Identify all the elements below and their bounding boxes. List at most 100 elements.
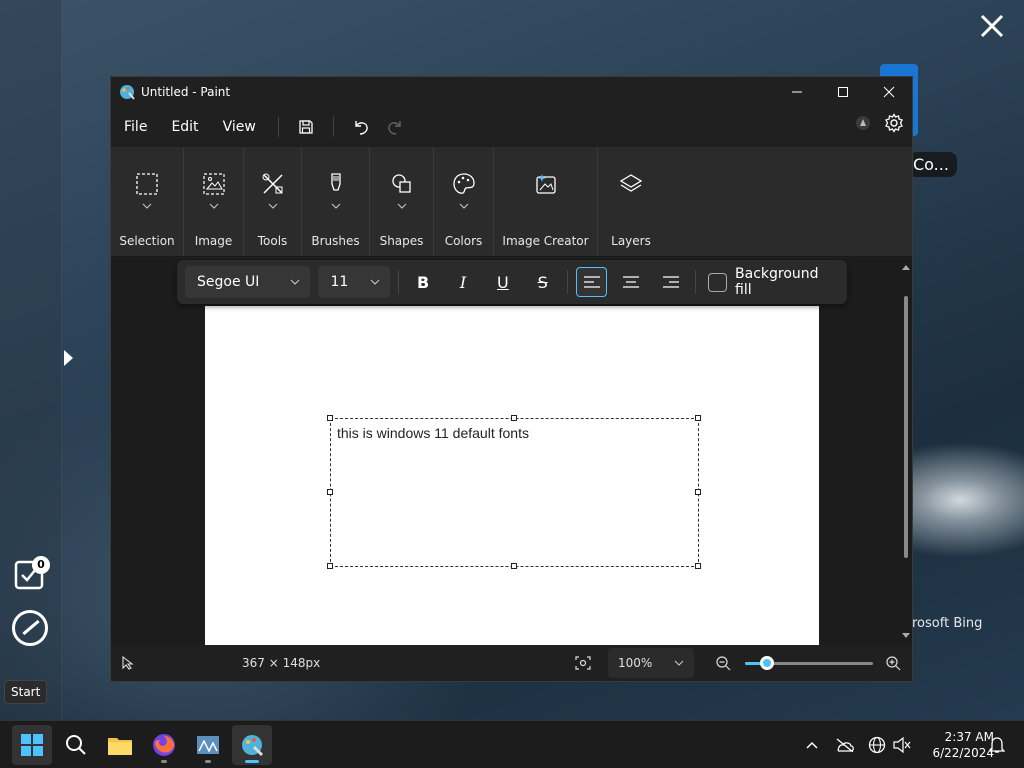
close-icon xyxy=(883,86,895,98)
maximize-icon xyxy=(838,87,848,97)
chevron-down-icon xyxy=(291,279,300,285)
zoom-slider-thumb[interactable] xyxy=(759,656,774,670)
font-size-dropdown[interactable]: 11 xyxy=(318,266,391,298)
redo-button[interactable] xyxy=(378,112,412,142)
chevron-down-icon xyxy=(142,203,152,209)
resize-handle[interactable] xyxy=(327,563,333,569)
resize-handle[interactable] xyxy=(511,415,517,421)
chevron-down-icon xyxy=(459,203,468,209)
window-title: Untitled - Paint xyxy=(141,85,231,99)
expand-arrow-icon[interactable] xyxy=(64,350,73,366)
taskbar-file-explorer[interactable] xyxy=(100,725,140,765)
chevron-down-icon xyxy=(268,203,277,209)
align-right-icon xyxy=(663,276,680,288)
canvas-area[interactable]: this is windows 11 default fonts Segoe U… xyxy=(111,258,912,645)
ribbon-group-tools[interactable]: Tools xyxy=(244,147,302,256)
underline-icon: U xyxy=(496,272,509,292)
font-size-value: 11 xyxy=(330,274,349,290)
start-tooltip: Start xyxy=(4,680,48,704)
account-icon[interactable] xyxy=(852,112,874,134)
running-indicator xyxy=(161,760,167,763)
zoom-in-icon[interactable] xyxy=(885,655,901,671)
copilot-label[interactable]: Co... xyxy=(908,152,957,177)
resize-handle[interactable] xyxy=(695,415,701,421)
align-center-button[interactable] xyxy=(615,267,647,297)
background-fill-toggle[interactable]: Background fill xyxy=(708,266,839,298)
ribbon-label: Brushes xyxy=(311,234,360,248)
notifications-button[interactable] xyxy=(984,721,1010,768)
zoom-slider[interactable] xyxy=(745,656,873,670)
background-fill-checkbox[interactable] xyxy=(708,272,728,292)
vertical-scrollbar[interactable] xyxy=(902,264,910,639)
show-hidden-icons-button[interactable] xyxy=(800,721,824,768)
paint-app-icon xyxy=(242,735,264,757)
underline-button[interactable]: U xyxy=(487,267,519,297)
zoom-out-icon[interactable] xyxy=(715,655,731,671)
menu-file[interactable]: File xyxy=(111,119,159,135)
canvas-text[interactable]: this is windows 11 default fonts xyxy=(337,425,529,441)
taskbar-firefox[interactable] xyxy=(144,725,184,765)
taskbar-app[interactable] xyxy=(188,725,228,765)
chevron-up-icon xyxy=(806,741,818,749)
search-button[interactable] xyxy=(56,725,96,765)
brush-icon xyxy=(330,173,341,191)
volume-button[interactable] xyxy=(890,721,914,768)
align-left-icon xyxy=(583,276,600,288)
resize-handle[interactable] xyxy=(327,415,333,421)
resize-handle[interactable] xyxy=(327,489,333,495)
settings-gear-icon[interactable] xyxy=(884,113,904,133)
folder-icon xyxy=(108,738,132,755)
zoom-dropdown[interactable]: 100% xyxy=(608,648,694,678)
taskbar-paint[interactable] xyxy=(232,725,272,765)
menu-view[interactable]: View xyxy=(211,119,268,135)
undo-button[interactable] xyxy=(344,112,378,142)
align-left-button[interactable] xyxy=(575,267,608,297)
bold-button[interactable]: B xyxy=(407,267,439,297)
minimize-icon xyxy=(792,91,802,93)
tasks-widget[interactable]: 0 xyxy=(14,556,50,592)
resize-handle[interactable] xyxy=(695,489,701,495)
strikethrough-button[interactable]: S xyxy=(527,267,559,297)
taskbar-clock[interactable]: 2:37 AM 6/22/2024 xyxy=(918,729,994,761)
gauge-icon[interactable] xyxy=(12,610,48,646)
text-box[interactable]: this is windows 11 default fonts xyxy=(327,415,701,569)
scrollbar-thumb[interactable] xyxy=(904,296,908,558)
image-icon xyxy=(202,173,225,195)
ribbon-group-brushes[interactable]: Brushes xyxy=(302,147,370,256)
fit-to-window-icon[interactable] xyxy=(575,656,591,670)
speaker-muted-icon xyxy=(893,737,911,753)
close-button[interactable] xyxy=(866,77,912,107)
maximize-button[interactable] xyxy=(820,77,866,107)
resize-handle[interactable] xyxy=(695,563,701,569)
minimize-button[interactable] xyxy=(774,77,820,107)
scroll-up-icon[interactable] xyxy=(902,264,910,270)
ribbon-group-shapes[interactable]: Shapes xyxy=(370,147,434,256)
search-icon xyxy=(66,735,86,755)
running-indicator xyxy=(205,760,211,763)
title-bar[interactable]: Untitled - Paint xyxy=(111,77,912,107)
canvas[interactable]: this is windows 11 default fonts xyxy=(205,306,819,645)
undo-icon xyxy=(355,121,368,135)
font-family-dropdown[interactable]: Segoe UI xyxy=(185,266,311,298)
close-overlay-icon[interactable] xyxy=(978,12,1006,40)
menu-edit[interactable]: Edit xyxy=(159,119,210,135)
onedrive-button[interactable] xyxy=(832,721,858,768)
running-indicator xyxy=(245,760,259,763)
italic-button[interactable]: I xyxy=(447,267,479,297)
network-button[interactable] xyxy=(864,721,890,768)
selection-icon xyxy=(136,173,158,195)
align-right-button[interactable] xyxy=(655,267,687,297)
toolbar-divider xyxy=(695,270,697,294)
ribbon-group-layers[interactable]: Layers xyxy=(598,147,664,256)
scroll-down-icon[interactable] xyxy=(902,633,910,639)
ribbon-group-image[interactable]: Image xyxy=(184,147,244,256)
ribbon-group-image-creator[interactable]: Image Creator xyxy=(494,147,598,256)
resize-handle[interactable] xyxy=(511,563,517,569)
globe-icon xyxy=(868,736,886,754)
bell-icon xyxy=(989,737,1005,753)
save-button[interactable] xyxy=(289,112,323,142)
ribbon-group-colors[interactable]: Colors xyxy=(434,147,494,256)
start-button[interactable] xyxy=(12,725,52,765)
ribbon-group-selection[interactable]: Selection xyxy=(111,147,184,256)
menu-divider xyxy=(332,117,334,137)
